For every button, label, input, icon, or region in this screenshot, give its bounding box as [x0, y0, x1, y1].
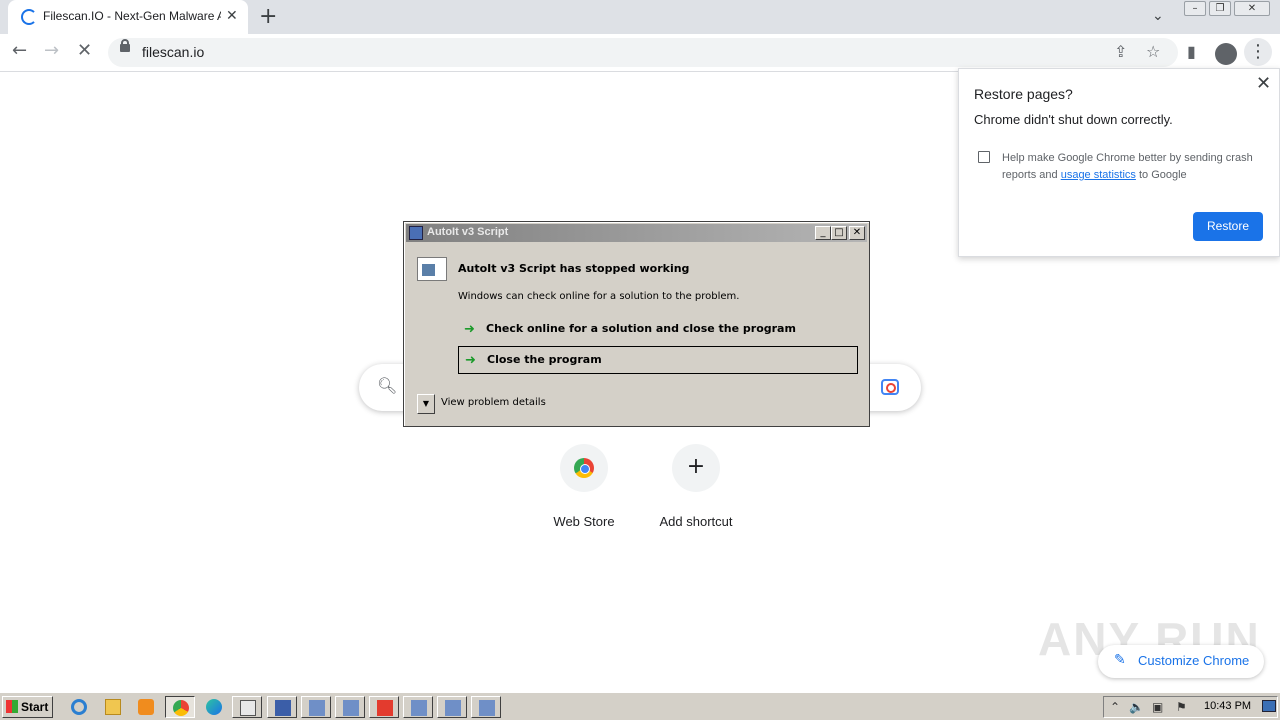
- network-icon[interactable]: ▣: [1152, 700, 1163, 714]
- search-icon: 🔍︎: [377, 376, 398, 395]
- dialog-minimize-button[interactable]: _: [815, 226, 831, 240]
- taskbar-autoit-button[interactable]: [335, 696, 365, 718]
- dialog-close-button[interactable]: ✕: [849, 226, 865, 240]
- taskbar-autoit-button[interactable]: [301, 696, 331, 718]
- expand-details-button[interactable]: ▼: [417, 394, 435, 414]
- close-program-option[interactable]: ➜ Close the program: [458, 346, 858, 374]
- popup-title: Restore pages?: [974, 86, 1073, 102]
- tab-strip: Filescan.IO - Next-Gen Malware Ana ✕ + ⌄…: [0, 0, 1280, 34]
- autoit-error-dialog: AutoIt v3 Script _ □ ✕ AutoIt v3 Script …: [403, 221, 870, 427]
- internet-explorer-icon: [71, 699, 87, 715]
- windows-flag-icon: [6, 700, 18, 713]
- media-quicklaunch[interactable]: [131, 696, 161, 718]
- browser-tab[interactable]: Filescan.IO - Next-Gen Malware Ana ✕: [8, 0, 248, 34]
- forward-arrow-icon[interactable]: →: [44, 40, 59, 61]
- tab-title: Filescan.IO - Next-Gen Malware Ana: [43, 9, 221, 23]
- tab-close-icon[interactable]: ✕: [226, 8, 238, 24]
- restore-pages-popup: ✕ Restore pages? Chrome didn't shut down…: [958, 68, 1280, 257]
- taskbar-download-button[interactable]: [369, 696, 399, 718]
- address-bar[interactable]: filescan.io: [108, 38, 1178, 67]
- edge-icon: [206, 699, 222, 715]
- popup-message: Chrome didn't shut down correctly.: [974, 112, 1173, 127]
- autoit-icon: [409, 226, 423, 240]
- view-problem-details-label[interactable]: View problem details: [441, 397, 546, 408]
- usage-stats-text: Help make Google Chrome better by sendin…: [1002, 150, 1264, 184]
- action-center-flag-icon[interactable]: ⚑: [1176, 700, 1187, 714]
- autoit-icon: [309, 700, 325, 716]
- volume-icon[interactable]: 🔈: [1129, 700, 1144, 714]
- show-desktop-icon[interactable]: [1262, 700, 1276, 712]
- lock-icon[interactable]: [120, 39, 130, 52]
- restore-button[interactable]: Restore: [1193, 212, 1263, 241]
- ie-quicklaunch[interactable]: [64, 696, 94, 718]
- share-icon[interactable]: ⇪: [1114, 42, 1127, 61]
- autoit-icon: [343, 700, 359, 716]
- edge-taskbar-button[interactable]: [199, 696, 229, 718]
- autoit-icon: [411, 700, 427, 716]
- shortcut-add[interactable]: + Add shortcut: [646, 444, 746, 529]
- dialog-title: AutoIt v3 Script: [427, 226, 509, 238]
- taskbar-autoit-button[interactable]: [437, 696, 467, 718]
- taskbar-window-button[interactable]: [232, 696, 262, 718]
- clock[interactable]: 10:43 PM: [1204, 700, 1251, 712]
- minimize-button[interactable]: –: [1184, 1, 1206, 16]
- option-label: Close the program: [487, 353, 602, 366]
- chrome-icon: [173, 700, 189, 716]
- taskbar-autoit-button[interactable]: [403, 696, 433, 718]
- autoit-icon: [479, 700, 495, 716]
- dialog-subtext: Windows can check online for a solution …: [458, 291, 740, 302]
- green-arrow-icon: ➜: [465, 353, 476, 368]
- media-player-icon: [138, 699, 154, 715]
- new-tab-button[interactable]: +: [259, 4, 277, 29]
- dialog-heading: AutoIt v3 Script has stopped working: [458, 262, 690, 275]
- usage-statistics-link[interactable]: usage statistics: [1061, 169, 1136, 181]
- usage-stats-checkbox[interactable]: [978, 151, 990, 163]
- maximize-button[interactable]: ❐: [1209, 1, 1231, 16]
- stop-loading-icon[interactable]: ✕: [77, 40, 92, 61]
- program-icon: [417, 257, 447, 281]
- browser-toolbar: ← → ✕ filescan.io ⇪ ☆ ▮: [0, 34, 1280, 72]
- taskbar: Start ⌃ 🔈 ▣ ⚑ 10:43 PM: [0, 692, 1280, 720]
- shortcut-label: Add shortcut: [659, 514, 733, 529]
- dialog-maximize-button[interactable]: □: [831, 226, 847, 240]
- web-store-icon: [574, 458, 594, 478]
- chrome-taskbar-button[interactable]: [165, 696, 195, 718]
- window-icon: [240, 700, 256, 716]
- help-text-suffix: to Google: [1135, 169, 1187, 181]
- customize-label: Customize Chrome: [1138, 653, 1250, 668]
- tray-expand-icon[interactable]: ⌃: [1110, 700, 1120, 714]
- chrome-menu-icon[interactable]: ⋮: [1244, 38, 1272, 66]
- start-button[interactable]: Start: [2, 696, 53, 718]
- folder-icon: [105, 699, 121, 715]
- green-arrow-icon: ➜: [464, 322, 475, 337]
- side-panel-icon[interactable]: ▮: [1187, 42, 1196, 61]
- web-store-tile[interactable]: [560, 444, 608, 492]
- pencil-icon: ✎: [1114, 652, 1126, 668]
- add-shortcut-tile[interactable]: +: [672, 444, 720, 492]
- back-arrow-icon[interactable]: ←: [12, 40, 27, 61]
- plus-icon: +: [686, 454, 706, 479]
- bookmark-star-icon[interactable]: ☆: [1146, 42, 1160, 61]
- close-icon[interactable]: ✕: [1256, 73, 1271, 94]
- loading-spinner-icon: [21, 9, 37, 25]
- shortcut-label: Web Store: [553, 514, 615, 529]
- close-window-button[interactable]: ✕: [1234, 1, 1270, 16]
- customize-chrome-button[interactable]: ✎ Customize Chrome: [1098, 645, 1264, 678]
- shortcut-web-store[interactable]: Web Store: [534, 444, 634, 529]
- taskbar-autoit-button[interactable]: [471, 696, 501, 718]
- profile-avatar-icon[interactable]: [1215, 43, 1237, 65]
- tab-search-icon[interactable]: ⌄: [1152, 8, 1164, 24]
- download-icon: [377, 700, 393, 716]
- check-online-option[interactable]: ➜ Check online for a solution and close …: [458, 316, 858, 344]
- app-icon: [275, 700, 291, 716]
- address-url[interactable]: filescan.io: [142, 44, 204, 60]
- autoit-icon: [445, 700, 461, 716]
- explorer-quicklaunch[interactable]: [98, 696, 128, 718]
- google-lens-icon[interactable]: [881, 379, 899, 395]
- start-label: Start: [21, 700, 49, 714]
- taskbar-window-button[interactable]: [267, 696, 297, 718]
- option-label: Check online for a solution and close th…: [486, 322, 796, 335]
- dialog-titlebar[interactable]: AutoIt v3 Script _ □ ✕: [406, 224, 867, 242]
- system-tray: ⌃ 🔈 ▣ ⚑ 10:43 PM: [1103, 696, 1278, 718]
